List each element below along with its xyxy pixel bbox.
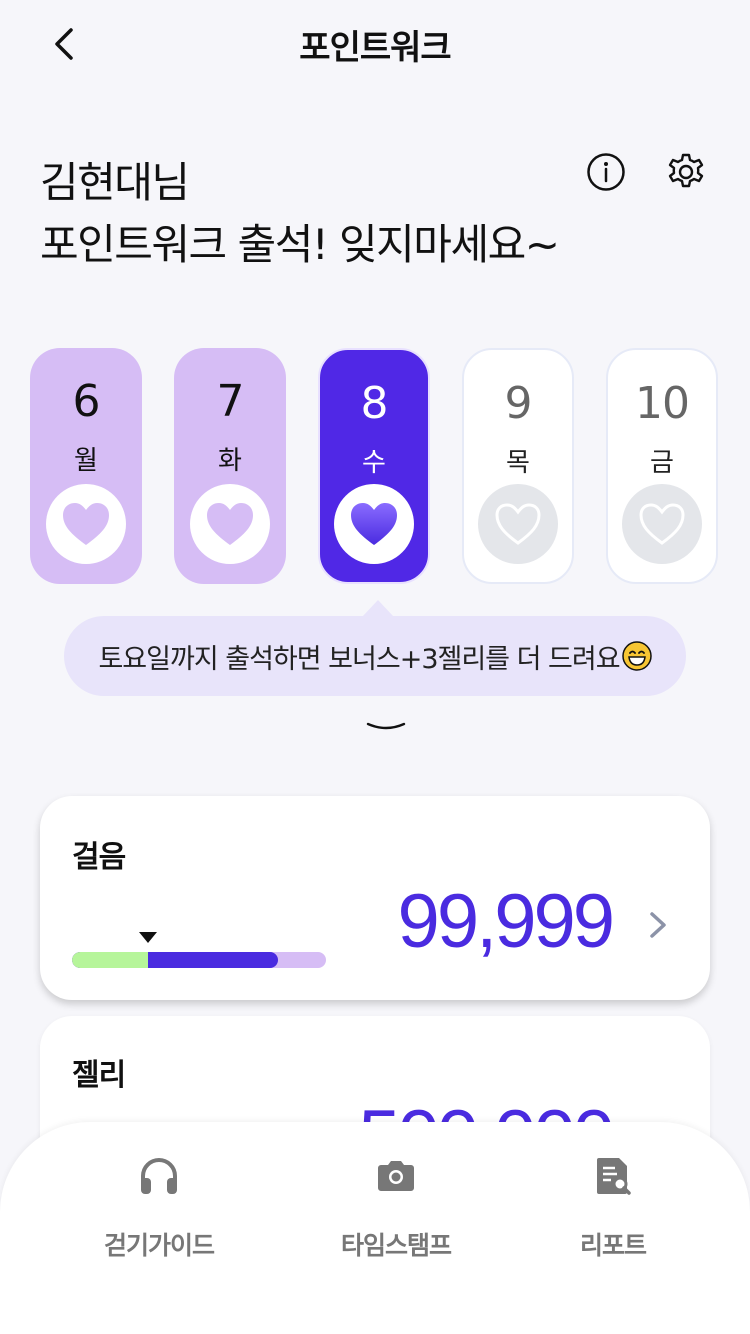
day-card-thu[interactable]: 9 목 [462, 348, 574, 584]
heart-outline-icon [495, 503, 541, 545]
day-number: 10 [635, 378, 690, 429]
tooltip-arrow [362, 600, 394, 617]
heart-outline-icon [639, 503, 685, 545]
info-button[interactable] [586, 152, 626, 192]
heart-badge [334, 484, 414, 564]
headphones-icon [141, 1158, 177, 1194]
page-title: 포인트워크 [299, 28, 451, 68]
day-card-wed[interactable]: 8 수 [318, 348, 430, 584]
heart-icon [63, 503, 109, 545]
day-number: 8 [360, 378, 389, 429]
chevron-right-icon [650, 912, 666, 938]
day-number: 6 [72, 376, 101, 427]
nav-walking-guide[interactable]: 걷기가이드 [59, 1154, 259, 1264]
greeting-message: 포인트워크 출석! 잊지마세요~ [40, 220, 560, 269]
gear-icon [668, 153, 704, 188]
heart-badge [622, 484, 702, 564]
tooltip-text: 토요일까지 출석하면 보너스+3젤리를 더 드려요 [98, 643, 620, 675]
day-name: 수 [362, 448, 386, 478]
bonus-tooltip: 토요일까지 출석하면 보너스+3젤리를 더 드려요 [64, 616, 686, 696]
nav-label: 리포트 [579, 1231, 647, 1260]
heart-icon [351, 503, 397, 545]
camera-icon [378, 1161, 414, 1191]
settings-button[interactable] [664, 150, 708, 194]
steps-progress-bar [72, 952, 326, 968]
steps-progress-goal-fill [72, 952, 148, 968]
bottom-nav: 걷기가이드 타임스탬프 리포트 [0, 1122, 750, 1334]
jelly-label: 젤리 [72, 1058, 126, 1093]
day-name: 화 [218, 446, 242, 476]
greeting-name: 김현대님 [40, 158, 190, 207]
steps-value: 99,999 [397, 879, 615, 964]
day-number: 9 [504, 378, 533, 429]
attendance-days: 6 월 7 화 8 수 9 목 10 금 [30, 348, 720, 584]
day-name: 금 [650, 448, 674, 478]
steps-label: 걸음 [72, 840, 126, 875]
info-icon [587, 153, 625, 191]
heart-icon [207, 503, 253, 545]
expand-handle-icon[interactable] [366, 718, 406, 736]
app-header: 포인트워크 [0, 0, 750, 88]
day-card-fri[interactable]: 10 금 [606, 348, 718, 584]
heart-badge [190, 484, 270, 564]
report-search-icon [597, 1158, 631, 1195]
steps-card[interactable]: 걸음 99,999 [40, 796, 710, 1000]
day-card-tue[interactable]: 7 화 [174, 348, 286, 584]
nav-timestamp[interactable]: 타임스탬프 [296, 1154, 496, 1264]
nav-report[interactable]: 리포트 [513, 1154, 713, 1264]
day-name: 목 [506, 448, 530, 478]
day-card-mon[interactable]: 6 월 [30, 348, 142, 584]
heart-badge [46, 484, 126, 564]
heart-badge [478, 484, 558, 564]
grinning-face-emoji [621, 641, 652, 671]
day-number: 7 [216, 376, 245, 427]
nav-label: 걷기가이드 [103, 1231, 215, 1260]
progress-marker [139, 932, 157, 943]
nav-label: 타임스탬프 [340, 1231, 452, 1260]
greeting-text: 김현대님 포인트워크 출석! 잊지마세요~ [40, 152, 560, 276]
day-name: 월 [74, 446, 98, 476]
